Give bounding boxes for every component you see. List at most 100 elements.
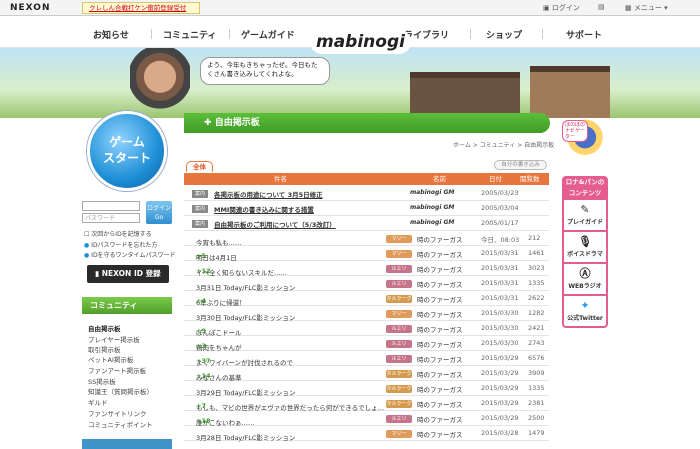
- table-row[interactable]: 6年ぶりに帰還！ +4 タルラーク 時のファーガス 2015/03/31 262…: [184, 291, 549, 307]
- notice-subject[interactable]: 各掲示板の用途について 3月5日修正: [214, 189, 323, 199]
- login-button[interactable]: ログインGo: [146, 201, 172, 224]
- comment-count: +9: [196, 327, 206, 335]
- table-row[interactable]: 誰かこないわぁ…… +18 ルエリ 時のファーガス 2015/03/29 250…: [184, 411, 549, 427]
- post-author[interactable]: 時のファーガス: [417, 279, 463, 289]
- plus-icon: ✚: [204, 118, 215, 128]
- id-input[interactable]: [82, 201, 140, 211]
- side-community-point[interactable]: コミュニティポイント: [88, 419, 153, 429]
- notice-row[interactable]: 案内 自由掲示板のご利用について（5/3改訂） mabinogi GM 2005…: [184, 216, 549, 231]
- post-author[interactable]: 時のファーガス: [417, 264, 463, 274]
- post-date: 2005/03/04: [481, 204, 519, 212]
- notice-row[interactable]: 案内 各掲示板の用途について 3月5日修正 mabinogi GM 2005/0…: [184, 186, 549, 201]
- menu-button[interactable]: ▦ メニュー ▾: [625, 3, 668, 13]
- table-row[interactable]: みなさんの基準 +14 タルラーク 時のファーガス 2015/03/29 390…: [184, 366, 549, 382]
- view-count: 1282: [528, 309, 545, 317]
- side-ss-board[interactable]: SS掲示板: [88, 376, 116, 386]
- comment-count: +18: [196, 417, 211, 425]
- post-author[interactable]: 時のファーガス: [417, 384, 463, 394]
- nexon-id-register-button[interactable]: ▮ NEXON ID 登録: [87, 265, 169, 283]
- table-row[interactable]: 3月30日 Today/FLC影ミッション マリー 時のファーガス 2015/0…: [184, 306, 549, 322]
- side-pet-board[interactable]: ペットAI掲示板: [88, 354, 133, 364]
- voice-drama-link[interactable]: 🎙 ボイスドラマ: [562, 232, 608, 264]
- server-badge: マリー: [386, 235, 412, 243]
- radio-icon: Ⓐ: [579, 267, 591, 280]
- nexon-logo[interactable]: NEXON: [10, 3, 50, 13]
- side-fanart-board[interactable]: ファンアート掲示板: [88, 365, 146, 375]
- post-author[interactable]: 時のファーガス: [417, 339, 463, 349]
- web-radio-link[interactable]: Ⓐ WEBラジオ: [562, 264, 608, 296]
- game-start-button[interactable]: ゲーム スタート: [87, 111, 167, 191]
- post-author[interactable]: 時のファーガス: [417, 234, 463, 244]
- post-date: 2015/03/31: [481, 264, 519, 272]
- table-row[interactable]: 3月29日 Today/FLC影ミッション タルラーク 時のファーガス 2015…: [184, 381, 549, 397]
- nav-support[interactable]: サポート: [566, 28, 602, 41]
- server-badge: ルエリ: [386, 340, 412, 348]
- my-posts-button[interactable]: 自分の書き込み: [494, 160, 547, 170]
- post-author[interactable]: 時のファーガス: [417, 369, 463, 379]
- table-row[interactable]: イベ全く知らないスキルだ…… +12 ルエリ 時のファーガス 2015/03/3…: [184, 261, 549, 277]
- side-fansite-link[interactable]: ファンサイトリンク: [88, 408, 147, 418]
- post-author[interactable]: 時のファーガス: [417, 324, 463, 334]
- nav-news[interactable]: お知らせ: [93, 28, 129, 41]
- view-count: 2381: [528, 399, 545, 407]
- post-author[interactable]: 時のファーガス: [417, 399, 463, 409]
- post-author[interactable]: 時のファーガス: [417, 294, 463, 304]
- mabinogi-logo[interactable]: mabinogi: [310, 30, 411, 54]
- table-row[interactable]: 明日は4月1日 +5 マリー 時のファーガス 2015/03/31 1461: [184, 246, 549, 262]
- table-row[interactable]: よくワイバーンが討伐されるので +37 ルエリ 時のファーガス 2015/03/…: [184, 351, 549, 367]
- chat-icon[interactable]: ▤: [598, 3, 605, 11]
- table-row[interactable]: もしも、マビの世界がエヴァの世界だったら何ができるでしょ… +7 タルラーク 時…: [184, 396, 549, 412]
- promo-banner[interactable]: クレしん合戦打ケン衝前登録受付中！: [82, 2, 200, 23]
- notice-tag: 案内: [192, 205, 208, 213]
- next-section-header[interactable]: [82, 439, 172, 449]
- table-row[interactable]: 鶏肉をちゃんが +3 ルエリ 時のファーガス 2015/03/30 2743: [184, 336, 549, 352]
- side-player-board[interactable]: プレイヤー掲示板: [88, 334, 140, 344]
- nav-community[interactable]: コミュニティ: [163, 28, 216, 41]
- post-date: 2015/03/30: [481, 339, 519, 347]
- login-link[interactable]: ▣ ログイン: [543, 3, 580, 13]
- post-author[interactable]: 時のファーガス: [417, 309, 463, 319]
- login-icon: ▣: [543, 4, 550, 12]
- side-trade-board[interactable]: 取引掲示板: [88, 344, 121, 354]
- password-input[interactable]: パスワード: [82, 213, 140, 223]
- post-date: 2005/03/23: [481, 189, 519, 197]
- post-date: 2015/03/29: [481, 369, 519, 377]
- post-author[interactable]: 時のファーガス: [417, 354, 463, 364]
- twitter-link[interactable]: ✦ 公式Twitter: [562, 296, 608, 328]
- post-date: 2015/03/30: [481, 324, 519, 332]
- table-row[interactable]: 今宵も私も…… マリー 時のファーガス 今日、08:03 212: [184, 231, 549, 247]
- otp-link[interactable]: ● IDを守るワンタイムパスワード: [84, 250, 175, 259]
- post-author[interactable]: 時のファーガス: [417, 429, 463, 439]
- view-count: 2743: [528, 339, 545, 347]
- post-author[interactable]: 時のファーガス: [417, 249, 463, 259]
- server-badge: ルエリ: [386, 415, 412, 423]
- forgot-password-link[interactable]: ● IDパスワードを忘れた方: [84, 240, 158, 249]
- table-row[interactable]: ぽんぽこドール +9 ルエリ 時のファーガス 2015/03/30 2421: [184, 321, 549, 337]
- post-author[interactable]: 時のファーガス: [417, 414, 463, 424]
- table-row[interactable]: 3月28日 Today/FLC影ミッション マリー 時のファーガス 2015/0…: [184, 426, 549, 442]
- play-guide-link[interactable]: ✎ プレイガイド: [562, 200, 608, 232]
- side-free-board[interactable]: 自由掲示板: [88, 323, 121, 333]
- nav-shop[interactable]: ショップ: [486, 28, 522, 41]
- side-guild[interactable]: ギルド: [88, 397, 108, 407]
- view-count: 212: [528, 234, 541, 242]
- post-date: 2015/03/28: [481, 429, 519, 437]
- nav-game-guide[interactable]: ゲームガイド: [241, 28, 295, 41]
- view-count: 1479: [528, 429, 545, 437]
- community-header[interactable]: コミュニティ: [82, 297, 172, 314]
- phone-icon: ▮: [95, 269, 100, 278]
- comment-count: +12: [196, 267, 211, 275]
- tab-all[interactable]: 全体: [186, 161, 213, 172]
- server-badge: タルラーク: [386, 400, 412, 408]
- server-badge: ルエリ: [386, 280, 412, 288]
- notice-subject[interactable]: 自由掲示板のご利用について（5/3改訂）: [214, 219, 336, 229]
- server-badge: マリー: [386, 250, 412, 258]
- view-count: 2421: [528, 324, 545, 332]
- table-row[interactable]: 3月31日 Today/FLC影ミッション ルエリ 時のファーガス 2015/0…: [184, 276, 549, 292]
- side-qa-board[interactable]: 知識王（質問掲示板）: [88, 386, 153, 396]
- notice-row[interactable]: 案内 MMI関連の書き込みに関する措置 mabinogi GM 2005/03/…: [184, 201, 549, 216]
- post-date: 2015/03/31: [481, 294, 519, 302]
- notice-subject[interactable]: MMI関連の書き込みに関する措置: [214, 204, 314, 214]
- remember-id-checkbox[interactable]: ☐ 次回からIDを記憶する: [84, 229, 152, 238]
- view-count: 1335: [528, 279, 545, 287]
